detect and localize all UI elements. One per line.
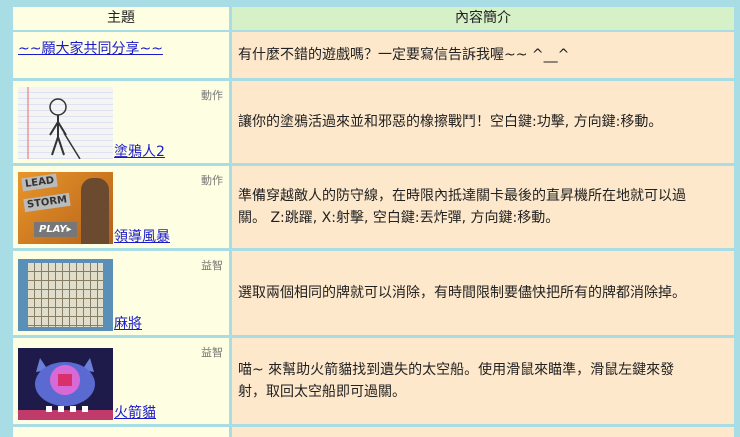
intro-topic-cell: ~~願大家共同分享~~ (13, 32, 229, 78)
game-desc-line: 關。 Z:跳躍, X:射擊, 空白鍵:丟炸彈, 方向鍵:移動。 (238, 210, 560, 226)
game-desc-line: 射，取回太空船即可過關。 (238, 384, 406, 400)
game-desc-line: 準備穿越敵人的防守線，在時限內抵達關卡最後的直昇機所在地就可以過 (238, 188, 686, 204)
game-desc-cell: 喵~ 來幫助火箭貓找到遺失的太空船。使用滑鼠來瞄準，滑鼠左鍵來發 射，取回太空船即… (232, 338, 734, 424)
game-row-topic: 動作 LEAD STORM PLAY▸ 領導風暴 (13, 166, 229, 248)
doodle-man-thumbnail[interactable] (18, 87, 113, 159)
thumb-text: LEAD (21, 173, 58, 192)
game-desc-cell: 選取兩個相同的牌就可以消除，有時間限制要儘快把所有的牌都消除掉。 (232, 251, 734, 335)
thumb-text: STORM (23, 192, 71, 213)
share-link[interactable]: ~~願大家共同分享~~ (18, 38, 163, 58)
game-desc-line: 喵~ 來幫助火箭貓找到遺失的太空船。使用滑鼠來瞄準，滑鼠左鍵來發 (238, 362, 675, 378)
intro-desc-cell: 有什麼不錯的遊戲嗎？一定要寫信告訴我喔~~ ^__^ (232, 32, 734, 78)
game-desc-cell: 讓你的塗鴉活過來並和邪惡的橡擦戰鬥！空白鍵:功擊, 方向鍵:移動。 (232, 81, 734, 163)
game-link[interactable]: 塗鴉人2 (114, 141, 165, 161)
game-link[interactable]: 領導風暴 (114, 226, 170, 246)
header-topic: 主題 (13, 7, 229, 30)
rocket-cat-thumbnail[interactable] (18, 348, 113, 420)
game-link[interactable]: 麻將 (114, 313, 142, 333)
game-row-topic: 益智 火箭貓 (13, 338, 229, 424)
header-description: 內容簡介 (232, 7, 734, 30)
game-category: 動作 (201, 174, 223, 187)
intro-desc: 有什麼不錯的遊戲嗎？一定要寫信告訴我喔~~ ^__^ (238, 47, 570, 63)
game-category: 益智 (201, 346, 223, 359)
game-desc-line: 選取兩個相同的牌就可以消除，有時間限制要儘快把所有的牌都消除掉。 (238, 285, 686, 301)
game-desc-line: 讓你的塗鴉活過來並和邪惡的橡擦戰鬥！空白鍵:功擊, 方向鍵:移動。 (238, 114, 663, 130)
next-row-topic (13, 427, 229, 437)
lead-storm-thumbnail[interactable]: LEAD STORM PLAY▸ (18, 172, 113, 244)
game-category: 動作 (201, 89, 223, 102)
game-row-topic: 動作 塗鴉人2 (13, 81, 229, 163)
game-category: 益智 (201, 259, 223, 272)
next-row-desc (232, 427, 734, 437)
thumb-text: PLAY▸ (34, 222, 77, 237)
game-desc-cell: 準備穿越敵人的防守線，在時限內抵達關卡最後的直昇機所在地就可以過 關。 Z:跳躍,… (232, 166, 734, 248)
game-row-topic: 益智 麻將 (13, 251, 229, 335)
game-link[interactable]: 火箭貓 (114, 402, 156, 422)
mahjong-thumbnail[interactable] (18, 259, 113, 331)
